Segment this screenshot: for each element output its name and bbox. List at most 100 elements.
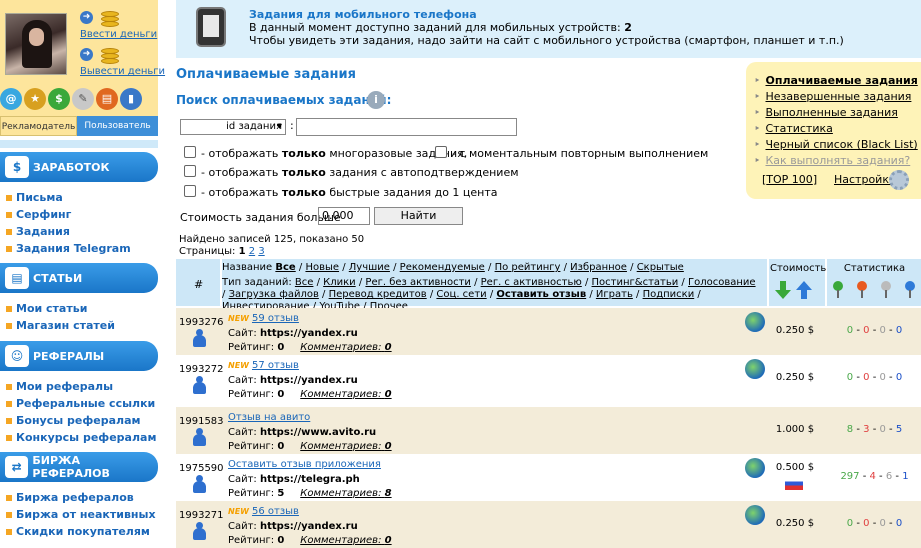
cost-input[interactable]: 0.000: [318, 207, 370, 225]
top100-link[interactable]: [TOP 100]: [762, 173, 817, 186]
task-title[interactable]: NEW 59 отзыв: [228, 313, 299, 324]
autoconfirm-checkbox[interactable]: [184, 165, 196, 177]
task-rating: Рейтинг: 0 Комментариев: 0: [228, 342, 392, 353]
type-upload[interactable]: Загрузка файлов: [229, 289, 319, 300]
task-title[interactable]: Отзыв на авито: [228, 412, 310, 423]
at-icon[interactable]: @: [0, 88, 22, 110]
sidebar-item-referral-bonuses[interactable]: Бонусы рефералам: [0, 412, 158, 429]
pawn-icon[interactable]: [193, 376, 206, 394]
menu-item-howto[interactable]: Как выполнять задания?: [754, 154, 911, 167]
comments-link[interactable]: Комментариев: 0: [300, 441, 391, 452]
col-num: #: [194, 278, 204, 291]
medal-icon[interactable]: ★: [24, 88, 46, 110]
pawn-icon[interactable]: [193, 428, 206, 446]
people-icon: ☺: [5, 345, 29, 367]
instant-repeat-checkbox[interactable]: [435, 146, 447, 158]
filter-new[interactable]: Новые: [305, 262, 339, 273]
task-price: 0.250 $: [775, 372, 815, 383]
info-icon[interactable]: i: [367, 91, 385, 109]
type-reg-activity[interactable]: Рег. с активностью: [481, 277, 582, 288]
sidebar-item-my-referrals[interactable]: Мои рефералы: [0, 378, 158, 395]
type-posting[interactable]: Постинг&статьи: [592, 277, 679, 288]
section-articles[interactable]: ▤ СТАТЬИ: [0, 263, 158, 293]
tab-user[interactable]: Пользователь: [77, 116, 158, 136]
menu-item-unfinished[interactable]: Незавершенные задания: [754, 90, 912, 103]
task-stats: 0 - 0 - 0 - 0: [846, 325, 903, 336]
type-social[interactable]: Соц. сети: [436, 289, 486, 300]
menu-item-paid-tasks[interactable]: Оплачиваемые задания: [754, 74, 918, 87]
comments-link[interactable]: Комментариев: 8: [300, 488, 391, 499]
filter-favorites[interactable]: Избранное: [570, 262, 627, 273]
menu-item-blacklist[interactable]: Черный список (Black List): [754, 138, 918, 151]
pin-blue-icon[interactable]: [904, 281, 916, 299]
pawn-icon[interactable]: [193, 522, 206, 540]
filter-best[interactable]: Лучшие: [349, 262, 390, 273]
sidebar-item-referral-contests[interactable]: Конкурсы рефералам: [0, 429, 158, 446]
comments-link[interactable]: Комментариев: 0: [300, 342, 391, 353]
box-icon[interactable]: ▤: [96, 88, 118, 110]
task-title[interactable]: NEW 57 отзыв: [228, 360, 299, 371]
reusable-checkbox[interactable]: [184, 146, 196, 158]
comments-link[interactable]: Комментариев: 0: [300, 535, 391, 546]
sidebar-item-telegram-tasks[interactable]: Задания Telegram: [0, 240, 158, 257]
filter-hidden[interactable]: Скрытые: [637, 262, 684, 273]
tab-advertiser[interactable]: Рекламодатель: [0, 116, 77, 136]
type-clicks[interactable]: Клики: [323, 277, 356, 288]
arrow-down-icon[interactable]: [775, 281, 791, 299]
arrow-up-icon[interactable]: [796, 281, 812, 299]
globe-icon: [745, 359, 765, 379]
task-title[interactable]: NEW 56 отзыв: [228, 506, 299, 517]
page-link-2[interactable]: 2: [249, 246, 255, 257]
settings-link[interactable]: Настройки: [834, 173, 896, 186]
section-referrals[interactable]: ☺ РЕФЕРАЛЫ: [0, 341, 158, 371]
name-filters: Название Все / Новые / Лучшие / Рекоменд…: [222, 262, 684, 273]
sidebar-item-referral-exchange[interactable]: Биржа рефералов: [0, 489, 158, 506]
filter-rating[interactable]: По рейтингу: [495, 262, 561, 273]
page-current: 1: [238, 246, 246, 257]
type-all[interactable]: Все: [295, 277, 314, 288]
notice-count-line: В данный момент доступно заданий для моб…: [249, 21, 632, 34]
sidebar-item-my-articles[interactable]: Мои статьи: [0, 300, 158, 317]
filter-all[interactable]: Все: [275, 262, 295, 273]
sidebar-item-inactive-exchange[interactable]: Биржа от неактивных: [0, 506, 158, 523]
section-earnings[interactable]: $ ЗАРАБОТОК: [0, 152, 158, 182]
menu-item-statistics[interactable]: Статистика: [754, 122, 833, 135]
avatar[interactable]: [5, 13, 67, 75]
fast-tasks-checkbox[interactable]: [184, 185, 196, 197]
dollar-icon[interactable]: $: [48, 88, 70, 110]
pin-gray-icon[interactable]: [880, 281, 892, 299]
section-referral-exchange[interactable]: ⇄ БИРЖА РЕФЕРАЛОВ: [0, 452, 158, 482]
pin-red-icon[interactable]: [856, 281, 868, 299]
find-button[interactable]: Найти: [374, 207, 463, 225]
sidebar-item-letters[interactable]: Письма: [0, 189, 158, 206]
type-subscriptions[interactable]: Подписки: [643, 289, 695, 300]
pawn-icon[interactable]: [193, 475, 206, 493]
sidebar-item-tasks[interactable]: Задания: [0, 223, 158, 240]
pin-green-icon[interactable]: [832, 281, 844, 299]
task-site: Сайт: https://yandex.ru: [228, 521, 358, 532]
filter-recommended[interactable]: Рекомендуемые: [400, 262, 485, 273]
sidebar-item-surfing[interactable]: Серфинг: [0, 206, 158, 223]
withdraw-link[interactable]: Вывести деньги: [80, 66, 165, 77]
chart-icon[interactable]: ▮: [120, 88, 142, 110]
page-link-3[interactable]: 3: [258, 246, 264, 257]
type-reg-no-activity[interactable]: Рег. без активности: [365, 277, 470, 288]
type-review[interactable]: Оставить отзыв: [496, 289, 586, 300]
pencil-icon[interactable]: ✎: [72, 88, 94, 110]
sidebar-item-referral-links[interactable]: Реферальные ссылки: [0, 395, 158, 412]
deposit-link[interactable]: Ввести деньги: [80, 29, 157, 40]
gear-icon[interactable]: [889, 170, 909, 190]
type-credits[interactable]: Перевод кредитов: [329, 289, 427, 300]
search-field-select[interactable]: id задания ▾: [180, 119, 286, 135]
sidebar-item-article-shop[interactable]: Магазин статей: [0, 317, 158, 334]
mobile-tasks-notice: Задания для мобильного телефона В данный…: [176, 0, 921, 58]
pawn-icon[interactable]: [193, 329, 206, 347]
section-title: СТАТЬИ: [33, 271, 83, 285]
comments-link[interactable]: Комментариев: 0: [300, 389, 391, 400]
sidebar-item-buyer-discounts[interactable]: Скидки покупателям: [0, 523, 158, 540]
menu-item-completed[interactable]: Выполненные задания: [754, 106, 898, 119]
task-title[interactable]: Оставить отзыв приложения: [228, 459, 381, 470]
type-voting[interactable]: Голосование: [688, 277, 756, 288]
type-play[interactable]: Играть: [596, 289, 633, 300]
search-input[interactable]: [296, 118, 517, 136]
